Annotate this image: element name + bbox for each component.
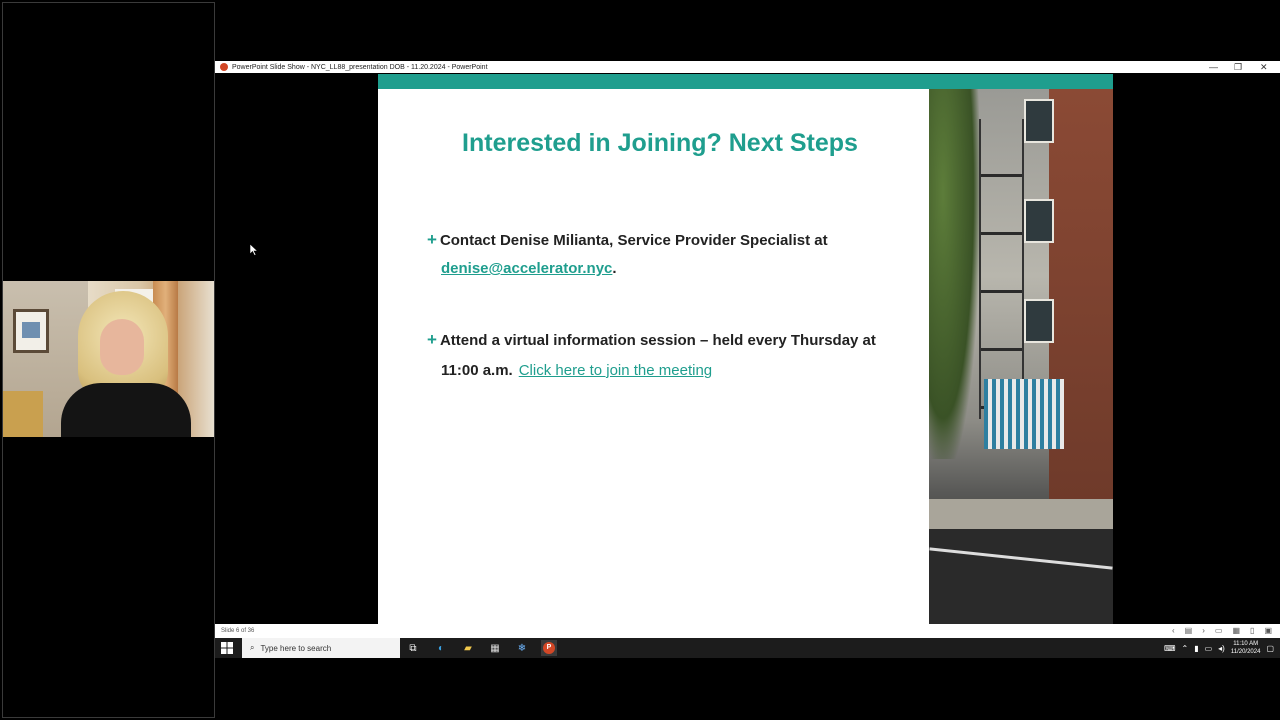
- system-tray: ⌨ ⌃ ▮ ▭ ◂) 11:10 AM 11/20/2024 ▢: [1164, 638, 1274, 658]
- building-window: [1024, 299, 1054, 343]
- powerpoint-window: PowerPoint Slide Show - NYC_LL88_present…: [215, 61, 1280, 638]
- slide-show-area[interactable]: Interested in Joining? Next Steps + Conta…: [215, 73, 1280, 624]
- bullet-contact: + Contact Denise Milianta, Service Provid…: [427, 226, 897, 283]
- powerpoint-taskbar-icon[interactable]: P: [541, 640, 557, 656]
- store-icon[interactable]: ▦: [487, 640, 503, 656]
- windows-start-icon[interactable]: [221, 641, 235, 655]
- restore-button[interactable]: ❐: [1234, 61, 1242, 73]
- screen: PowerPoint Slide Show - NYC_LL88_present…: [0, 0, 1280, 720]
- normal-view-icon[interactable]: ▭: [1215, 624, 1223, 638]
- slide-show-icon[interactable]: ▣: [1264, 624, 1272, 638]
- reading-view-icon[interactable]: ▯: [1250, 624, 1254, 638]
- email-suffix: .: [612, 260, 617, 277]
- powerpoint-app-icon: [220, 63, 228, 71]
- bullet-session-text: Attend a virtual information session – h…: [439, 332, 876, 349]
- status-bar: Slide 6 of 36 ‹ ▤ › ▭ ▦ ▯ ▣: [215, 624, 1280, 638]
- building-window: [1024, 99, 1054, 143]
- close-button[interactable]: ✕: [1260, 61, 1268, 73]
- network-icon[interactable]: ▭: [1205, 644, 1213, 653]
- join-meeting-link[interactable]: Click here to join the meeting: [519, 362, 712, 379]
- slide-counter: Slide 6 of 36: [221, 628, 255, 634]
- search-placeholder: Type here to search: [260, 643, 332, 653]
- clock-date: 11/20/2024: [1230, 649, 1261, 655]
- street: [929, 529, 1113, 624]
- building-photo: [929, 89, 1113, 624]
- building-window: [1024, 199, 1054, 243]
- notification-icon[interactable]: ▢: [1266, 644, 1274, 653]
- taskbar: ⌕ Type here to search ⧉ ◐ ▰ ▦ ❄ P ⌨ ⌃ ▮ …: [215, 638, 1280, 658]
- next-slide-icon[interactable]: ›: [1202, 624, 1205, 638]
- bullet-contact-text: Contact Denise Milianta, Service Provide…: [439, 232, 828, 249]
- taskbar-search-box[interactable]: ⌕ Type here to search: [242, 638, 400, 658]
- wall-picture: [13, 309, 49, 353]
- bullet-session: + Attend a virtual information session – …: [427, 326, 907, 387]
- window-title: PowerPoint Slide Show - NYC_LL88_present…: [232, 63, 488, 71]
- tiled-entrance: [984, 379, 1064, 449]
- powerpoint-icon: P: [543, 642, 555, 654]
- edge-browser-icon[interactable]: ◐: [433, 640, 449, 656]
- email-link[interactable]: denise@accelerator.nyc: [441, 260, 612, 277]
- slideshow-controls: ‹ ▤ › ▭ ▦ ▯ ▣: [1172, 624, 1272, 638]
- plus-bullet-icon: +: [427, 230, 437, 249]
- snowflake-app-icon[interactable]: ❄: [514, 640, 530, 656]
- fire-escape: [979, 119, 1024, 419]
- plus-bullet-icon: +: [427, 330, 437, 349]
- title-bar: PowerPoint Slide Show - NYC_LL88_present…: [215, 61, 1280, 73]
- search-icon: ⌕: [250, 643, 255, 652]
- slideshow-menu-icon[interactable]: ▤: [1185, 624, 1193, 638]
- clock[interactable]: 11:10 AM 11/20/2024: [1231, 640, 1261, 656]
- sidewalk: [929, 499, 1113, 531]
- slide-top-accent-bar: [378, 74, 1113, 89]
- keyboard-icon[interactable]: ⌨: [1164, 644, 1176, 653]
- task-view-icon[interactable]: ⧉: [405, 640, 421, 656]
- slide[interactable]: Interested in Joining? Next Steps + Conta…: [378, 74, 1113, 624]
- previous-slide-icon[interactable]: ‹: [1172, 624, 1175, 638]
- file-explorer-icon[interactable]: ▰: [460, 640, 476, 656]
- slide-sorter-icon[interactable]: ▦: [1232, 624, 1240, 638]
- minimize-button[interactable]: —: [1209, 61, 1218, 73]
- show-hidden-icons-icon[interactable]: ⌃: [1181, 644, 1188, 653]
- clock-time: 11:10 AM: [1233, 641, 1259, 647]
- presenter-body: [61, 383, 191, 437]
- slide-title: Interested in Joining? Next Steps: [462, 129, 858, 157]
- microphone-icon[interactable]: ▮: [1194, 644, 1198, 653]
- tree-foliage: [929, 89, 979, 459]
- presenter-face: [100, 319, 144, 375]
- speaker-icon[interactable]: ◂): [1218, 644, 1225, 653]
- session-time: 11:00 a.m.: [441, 362, 513, 379]
- webcam-video: [3, 281, 214, 437]
- sofa: [3, 391, 43, 437]
